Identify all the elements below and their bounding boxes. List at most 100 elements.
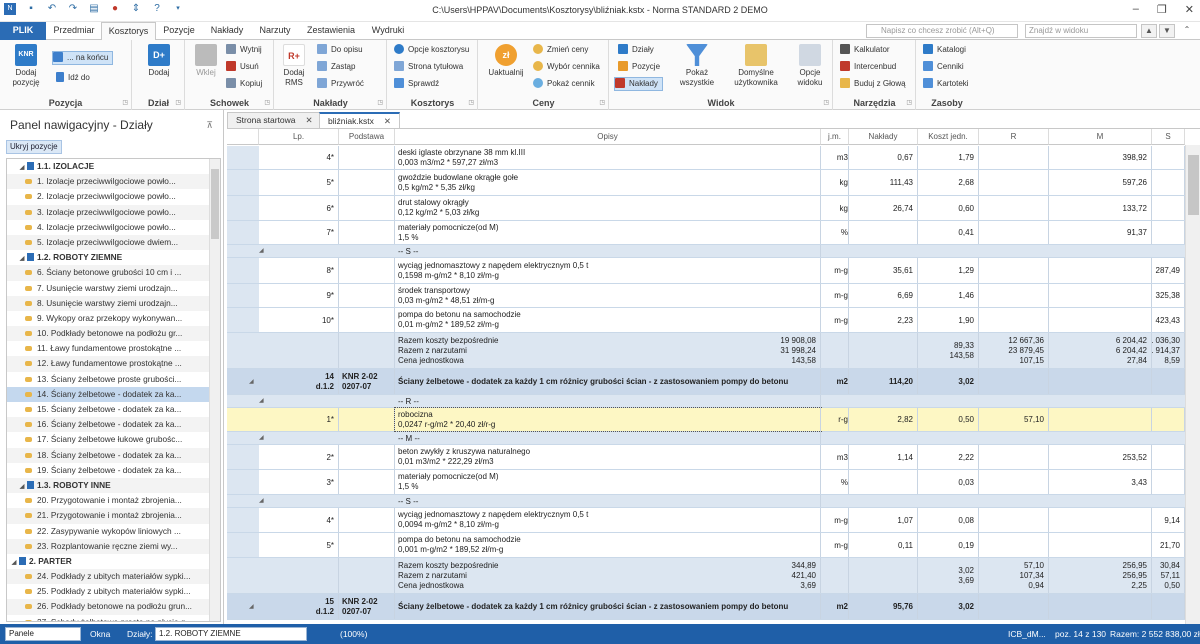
group-separator-row[interactable]: ◢ -- S -- [227,495,1185,508]
column-header[interactable]: Podstawa [339,129,395,145]
position-header-row[interactable]: ◢ 14 d.1.2 KNR 2-02 0207-07 Ściany żelbetowe … [227,369,1185,395]
separator-label[interactable]: -- S -- [395,245,821,257]
m-cell[interactable]: 91,37 [1049,221,1152,244]
tab-start-page[interactable]: Strona startowa ✕ [227,112,322,128]
unit-cost-cell[interactable]: 1,46 [918,284,979,307]
unit-cost-cell[interactable]: 1,90 [918,308,979,332]
close-icon[interactable]: ✕ [384,116,391,126]
column-header[interactable]: Koszt jedn. [918,129,979,145]
m-cell[interactable]: 597,26 [1049,170,1152,195]
s-cell[interactable] [1152,470,1185,494]
s-cell[interactable]: 21,70 [1152,533,1185,557]
unit-cell[interactable] [821,333,849,368]
resource-row[interactable]: 3* materiały pomocnicze(od M) 1,5 %% 0,03 3,… [227,470,1185,495]
tree-section[interactable]: ◢ 1.1. IZOLACJE [7,159,220,175]
lp-cell[interactable]: 15 d.1.2 [259,594,339,619]
amount-cell[interactable]: 114,20 [849,369,918,394]
unit-cost-cell[interactable]: 3,02 3,69 [918,558,979,593]
user-defaults-button[interactable]: Domyślne użytkownika [726,44,786,88]
column-header[interactable]: R [979,129,1049,145]
s-cell[interactable]: 9,14 [1152,508,1185,532]
m-cell[interactable]: 253,52 [1049,445,1152,469]
unit-cost-cell[interactable]: 0,60 [918,196,979,220]
change-prices-button[interactable]: Zmień ceny [533,44,588,56]
tree-scrollbar[interactable] [209,159,220,621]
pricelists-button[interactable]: Cenniki [923,61,964,73]
amount-cell[interactable]: 2,82 [849,408,918,431]
basis-cell[interactable] [339,221,395,244]
tab-kosztorys[interactable]: Kosztorys [101,22,156,41]
dialog-launcher-icon[interactable]: ◳ [906,99,912,106]
m-cell[interactable]: 133,72 [1049,196,1152,220]
minimize-icon[interactable]: – [1133,3,1139,16]
tree-item[interactable]: 9. Wykopy oraz przekopy wykonywan... [7,311,220,326]
tree-item[interactable]: 19. Ściany żelbetowe - dodatek za ka... [7,463,220,478]
s-cell[interactable]: 1 036,301 914,378,59 [1152,333,1185,368]
r-cell[interactable] [979,445,1049,469]
tree-item[interactable]: 3. Izolacje przeciwwilgociowe powło... [7,204,220,220]
collapse-icon[interactable]: ◢ [259,247,264,254]
m-cell[interactable] [1049,369,1152,394]
s-cell[interactable]: 423,43 [1152,308,1185,332]
r-cell[interactable] [979,470,1049,494]
pin-icon[interactable]: ⊼ [206,110,213,140]
replace-button[interactable]: Zastąp [317,61,355,73]
position-description[interactable]: Ściany żelbetowe - dodatek za każdy 1 cm… [395,369,821,394]
tree-item[interactable]: 15. Ściany żelbetowe - dodatek za ka... [7,402,220,417]
unit-cell[interactable]: kg [821,196,849,220]
description-cell[interactable]: gwoździe budowlane okrągłe gołe 0,5 kg/m2… [395,170,821,195]
find-next-button[interactable]: ▼ [1159,24,1175,38]
lp-cell[interactable]: 5* [259,170,339,195]
select-pricelist-button[interactable]: Wybór cennika [533,61,600,73]
tree-item[interactable]: 12. Ławy fundamentowe prostokątne ... [7,356,220,372]
amount-cell[interactable]: 1,14 [849,445,918,469]
description-cell[interactable]: pompa do betonu na samochodzie 0,01 m-g/m… [395,308,821,332]
expand-icon[interactable]: ◢ [17,480,27,493]
go-to-button[interactable]: Idź do [56,72,90,84]
amount-cell[interactable]: 2,23 [849,308,918,332]
unit-cost-cell[interactable]: 0,08 [918,508,979,532]
unit-cost-cell[interactable]: 2,68 [918,170,979,195]
add-rms-button[interactable]: R+ Dodaj RMS [277,44,311,88]
s-cell[interactable] [1152,594,1185,619]
r-cell[interactable] [979,146,1049,169]
tab-zestawienia[interactable]: Zestawienia [302,22,360,40]
unit-cell[interactable]: m2 [821,369,849,394]
hide-positions-button[interactable]: Ukryj pozycje [6,140,62,154]
tree-item[interactable]: 10. Podkłady betonowe na podłożu gr... [7,326,220,342]
expand-icon[interactable]: ◢ [9,556,19,569]
lp-cell[interactable]: 4* [259,508,339,532]
unit-cost-cell[interactable]: 3,02 [918,369,979,394]
amount-cell[interactable]: 0,11 [849,533,918,557]
description-cell[interactable]: materiały pomocnicze(od M) 1,5 % [395,221,821,244]
m-cell[interactable] [1049,284,1152,307]
collapse-icon[interactable]: ◢ [249,603,254,610]
basis-cell[interactable] [339,533,395,557]
r-cell[interactable] [979,170,1049,195]
tree-item[interactable]: 16. Ściany żelbetowe - dodatek za ka... [7,417,220,433]
cut-button[interactable]: Wytnij [226,44,262,56]
r-cell[interactable] [979,221,1049,244]
add-section-button[interactable]: D+ Dodaj [139,44,179,78]
unit-cost-cell[interactable]: 0,50 [918,408,979,431]
view-resources-button[interactable]: Nakłady [614,77,663,91]
dialog-launcher-icon[interactable]: ◳ [823,99,829,106]
column-header[interactable]: Lp. [259,129,339,145]
unit-cell[interactable]: r-g [821,408,849,431]
close-icon[interactable]: ✕ [306,115,313,125]
unit-cost-cell[interactable]: 0,03 [918,470,979,494]
find-prev-button[interactable]: ▲ [1141,24,1157,38]
m-cell[interactable]: 256,95 256,95 2,25 [1049,558,1152,593]
column-header[interactable] [227,129,259,145]
view-options-button[interactable]: Opcje widoku [792,44,828,88]
tab-plik[interactable]: PLIK [0,22,46,40]
resource-row[interactable]: 5* gwoździe budowlane okrągłe gołe 0,5 kg/… [227,170,1185,196]
r-cell[interactable] [979,533,1049,557]
check-button[interactable]: Sprawdź [394,78,439,90]
resource-row[interactable]: 4* deski iglaste obrzynane 38 mm kl.III 0,… [227,146,1185,170]
r-cell[interactable] [979,594,1049,619]
basis-cell[interactable] [339,558,395,593]
tab-przedmiar[interactable]: Przedmiar [48,22,100,40]
s-cell[interactable] [1152,408,1185,431]
separator-label[interactable]: -- R -- [395,395,821,407]
